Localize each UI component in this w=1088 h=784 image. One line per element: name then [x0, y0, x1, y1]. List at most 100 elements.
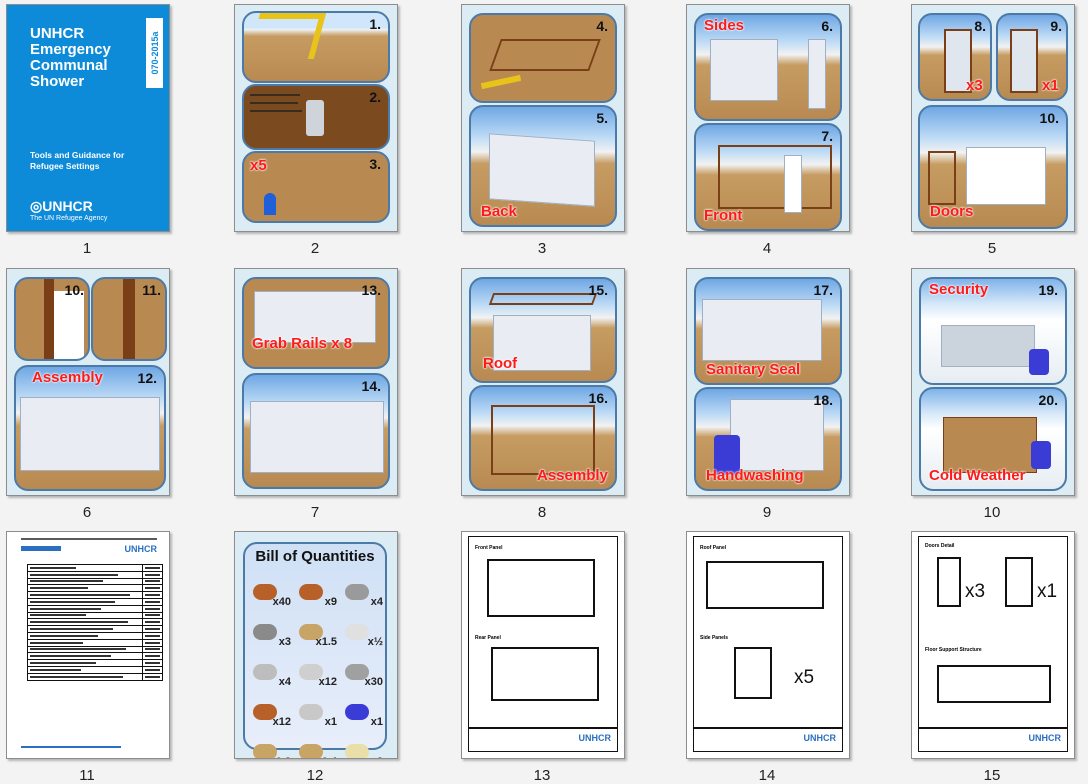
step-panel: Grab Rails x 8 13. [242, 277, 390, 369]
side-panels-illustration [710, 39, 778, 101]
page-number: 4 [762, 240, 772, 257]
item-quantity: x1 [324, 716, 337, 728]
bill-item: x40 [251, 570, 291, 610]
page-number: 14 [758, 767, 776, 784]
item-quantity: x12 [272, 716, 291, 728]
unhcr-tagline: The UN Refugee Agency [30, 215, 108, 222]
page-preview[interactable]: Front Panel Rear Panel UNHCR [461, 531, 625, 759]
step-panel: 14. [242, 373, 390, 489]
frame-assembly-illustration [491, 405, 595, 475]
bill-item: x0.4 [297, 730, 337, 758]
thumbnail-grid: UNHCR Emergency Communal Shower 070-2015… [0, 0, 1088, 784]
item-icon [345, 584, 369, 600]
page-preview[interactable]: Sanitary Seal 17. Handwashing 18. [686, 268, 850, 496]
page-preview[interactable]: Sides 6. Front 7. [686, 4, 850, 232]
section-title: Doors Detail [925, 543, 955, 549]
item-quantity: x1.5 [315, 636, 337, 648]
wall-panel-illustration [489, 133, 595, 207]
item-quantity: x9 [324, 596, 337, 608]
bill-title: Bill of Quantities [255, 548, 375, 565]
panel-detail [54, 291, 84, 359]
section-title: Floor Support Structure [925, 647, 982, 653]
step-panel: Assembly 16. [469, 385, 617, 491]
page-number: 9 [762, 504, 772, 521]
quantity-label: x5 [794, 667, 815, 688]
step-panel: Roof 15. [469, 277, 617, 383]
step-panel: 4. [469, 13, 617, 103]
bill-item: x30 [343, 650, 383, 690]
item-quantity: x30 [364, 676, 383, 688]
rear-panel-drawing [491, 647, 599, 701]
bill-item: x9 [297, 570, 337, 610]
title-block: UNHCR [918, 728, 1068, 752]
excavator-illustration [247, 13, 327, 59]
table-row [27, 625, 164, 633]
item-icon [253, 624, 277, 640]
page-preview[interactable]: Bill of Quantities x40 x9 x4 x3 x1.5 x½ x4 x12 x… [234, 531, 398, 759]
step-panel: 1. [242, 11, 390, 83]
unhcr-logo: UNHCR [124, 544, 158, 554]
door-panel [784, 155, 802, 213]
document-code-badge: 070-2015a [146, 18, 163, 88]
step-panel: x3 8. [918, 13, 992, 101]
step-panel: Back 5. [469, 105, 617, 227]
quantities-table [27, 564, 164, 681]
floor-frame-illustration [489, 39, 601, 71]
drawing-sheet: Front Panel Rear Panel [468, 536, 618, 728]
section-title: Rear Panel [475, 635, 501, 641]
item-icon [299, 584, 323, 600]
page-number: 11 [79, 767, 95, 784]
page-number: 13 [533, 767, 551, 784]
page-preview[interactable]: Roof Panel Side Panels x5 UNHCR [686, 531, 850, 759]
page-number: 12 [306, 767, 324, 784]
table-row [27, 645, 164, 654]
door-frame [928, 151, 956, 205]
step-panel: Cold Weather 20. [919, 387, 1067, 491]
table-row [27, 659, 164, 667]
item-quantity: x0.2 [270, 756, 291, 758]
item-icon [253, 664, 277, 680]
step-panel: Sanitary Seal 17. [694, 277, 842, 385]
page-preview[interactable]: 1. 2. x5 3. [234, 4, 398, 232]
post-detail [44, 279, 54, 359]
bill-item: x1.5 [297, 610, 337, 650]
bill-item: x½ [343, 610, 383, 650]
page-number: 7 [310, 504, 320, 521]
side-panel-drawing [734, 647, 772, 699]
page-preview[interactable]: Doors Detail x3 x1 Floor Support Structu… [911, 531, 1075, 759]
table-row [27, 665, 164, 674]
section-title: Front Panel [475, 545, 503, 551]
page-preview[interactable]: x3 8. x1 9. Doors 10. [911, 4, 1075, 232]
drawing-sheet: Roof Panel Side Panels x5 [693, 536, 843, 728]
roof-illustration [488, 293, 598, 305]
footer-link [21, 746, 121, 748]
page-preview[interactable]: UNHCR [6, 531, 170, 759]
table-row [27, 597, 164, 606]
spirit-level [480, 74, 522, 90]
step-panel: Assembly 12. [14, 365, 166, 491]
page-preview[interactable]: Grab Rails x 8 13. 14. [234, 268, 398, 496]
tank-illustration [306, 100, 324, 136]
table-row [27, 604, 164, 613]
page-number: 8 [537, 504, 547, 521]
item-icon [345, 624, 369, 640]
door-drawing [1005, 557, 1033, 607]
page-preview[interactable]: Roof 15. Assembly 16. [461, 268, 625, 496]
table-row [27, 631, 164, 640]
step-panel: Security 19. [919, 277, 1067, 385]
item-icon [299, 704, 323, 720]
table-row [27, 611, 164, 620]
page-number: 15 [983, 767, 1001, 784]
page-preview[interactable]: 10. 11. Assembly 12. [6, 268, 170, 496]
step-panel: 11. [91, 277, 167, 361]
page-preview[interactable]: Security 19. Cold Weather 20. [911, 268, 1075, 496]
item-quantity: x12 [318, 676, 337, 688]
table-row [27, 652, 164, 661]
front-panel-drawing [487, 559, 595, 617]
page-preview[interactable]: 4. Back 5. [461, 4, 625, 232]
item-icon [345, 744, 369, 758]
door-frame-illustration [1010, 29, 1038, 93]
page-preview[interactable]: UNHCR Emergency Communal Shower 070-2015… [6, 4, 170, 232]
title-block: UNHCR [468, 728, 618, 752]
door-drawing [937, 557, 961, 607]
